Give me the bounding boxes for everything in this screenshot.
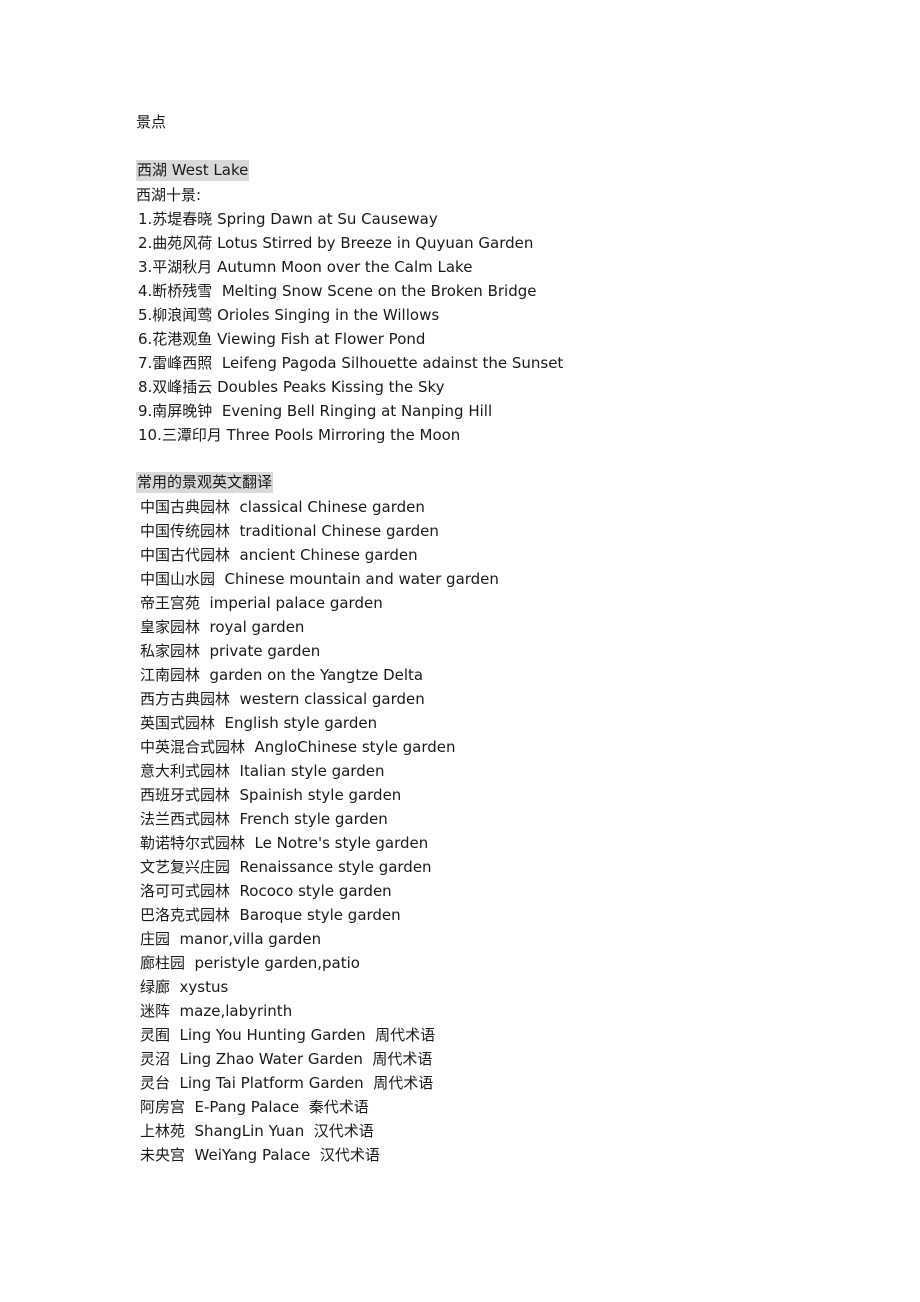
page-title: 景点 bbox=[136, 113, 167, 131]
list-item: 灵沼 Ling Zhao Water Garden 周代术语 bbox=[140, 1050, 433, 1068]
list-item: 西方古典园林 western classical garden bbox=[140, 690, 425, 708]
list-item: 廊柱园 peristyle garden,patio bbox=[140, 954, 360, 972]
list-item: 私家园林 private garden bbox=[140, 642, 321, 660]
list-item: 中国古典园林 classical Chinese garden bbox=[140, 498, 425, 516]
list-item: 3.平湖秋月 Autumn Moon over the Calm Lake bbox=[138, 258, 473, 276]
section-heading-landscape-translations: 常用的景观英文翻译 bbox=[136, 470, 920, 495]
document-page: 景点 西湖 West Lake 西湖十景: 1.苏堤春晓 Spring Dawn… bbox=[0, 0, 920, 1302]
list-item: 洛可可式园林 Rococo style garden bbox=[140, 882, 392, 900]
list-item: 7.雷峰西照 Leifeng Pagoda Silhouette adainst… bbox=[138, 354, 564, 372]
list-item: 9.南屏晚钟 Evening Bell Ringing at Nanping H… bbox=[138, 402, 493, 420]
landscape-translation-list: 中国古典园林 classical Chinese garden 中国传统园林 t… bbox=[136, 495, 920, 1167]
list-item: 灵台 Ling Tai Platform Garden 周代术语 bbox=[140, 1074, 434, 1092]
list-item: 8.双峰插云 Doubles Peaks Kissing the Sky bbox=[138, 378, 445, 396]
list-item: 阿房宫 E-Pang Palace 秦代术语 bbox=[140, 1098, 369, 1116]
list-item: 未央宫 WeiYang Palace 汉代术语 bbox=[140, 1146, 380, 1164]
section-subheading-west-lake: 西湖十景: bbox=[136, 186, 202, 204]
section-heading-west-lake: 西湖 West Lake bbox=[136, 158, 920, 183]
list-item: 中英混合式园林 AngloChinese style garden bbox=[140, 738, 456, 756]
list-item: 5.柳浪闻莺 Orioles Singing in the Willows bbox=[138, 306, 440, 324]
list-item: 庄园 manor,villa garden bbox=[140, 930, 322, 948]
section-heading-text: 常用的景观英文翻译 bbox=[136, 472, 274, 493]
section-landscape-translations: 常用的景观英文翻译 中国古典园林 classical Chinese garde… bbox=[136, 470, 920, 1167]
title-spacer bbox=[136, 134, 920, 158]
list-item: 帝王宫苑 imperial palace garden bbox=[140, 594, 383, 612]
list-item: 意大利式园林 Italian style garden bbox=[140, 762, 385, 780]
west-lake-ten-scenes-list: 1.苏堤春晓 Spring Dawn at Su Causeway 2.曲苑风荷… bbox=[136, 207, 920, 447]
list-item: 1.苏堤春晓 Spring Dawn at Su Causeway bbox=[138, 210, 438, 228]
list-item: 法兰西式园林 French style garden bbox=[140, 810, 388, 828]
list-item: 中国传统园林 traditional Chinese garden bbox=[140, 522, 439, 540]
list-item: 灵囿 Ling You Hunting Garden 周代术语 bbox=[140, 1026, 436, 1044]
list-item: 6.花港观鱼 Viewing Fish at Flower Pond bbox=[138, 330, 426, 348]
list-item: 江南园林 garden on the Yangtze Delta bbox=[140, 666, 424, 684]
list-item: 上林苑 ShangLin Yuan 汉代术语 bbox=[140, 1122, 374, 1140]
list-item: 10.三潭印月 Three Pools Mirroring the Moon bbox=[138, 426, 461, 444]
list-item: 中国古代园林 ancient Chinese garden bbox=[140, 546, 418, 564]
list-item: 2.曲苑风荷 Lotus Stirred by Breeze in Quyuan… bbox=[138, 234, 534, 252]
list-item: 中国山水园 Chinese mountain and water garden bbox=[140, 570, 499, 588]
section-west-lake: 西湖 West Lake 西湖十景: 1.苏堤春晓 Spring Dawn at… bbox=[136, 158, 920, 447]
list-item: 文艺复兴庄园 Renaissance style garden bbox=[140, 858, 432, 876]
list-item: 英国式园林 English style garden bbox=[140, 714, 378, 732]
list-item: 西班牙式园林 Spainish style garden bbox=[140, 786, 402, 804]
list-item: 巴洛克式园林 Baroque style garden bbox=[140, 906, 401, 924]
list-item: 皇家园林 royal garden bbox=[140, 618, 305, 636]
list-item: 4.断桥残雪 Melting Snow Scene on the Broken … bbox=[138, 282, 537, 300]
list-item: 绿廊 xystus bbox=[140, 978, 229, 996]
list-item: 迷阵 maze,labyrinth bbox=[140, 1002, 293, 1020]
section-heading-text: 西湖 West Lake bbox=[136, 160, 250, 181]
list-item: 勒诺特尔式园林 Le Notre's style garden bbox=[140, 834, 429, 852]
